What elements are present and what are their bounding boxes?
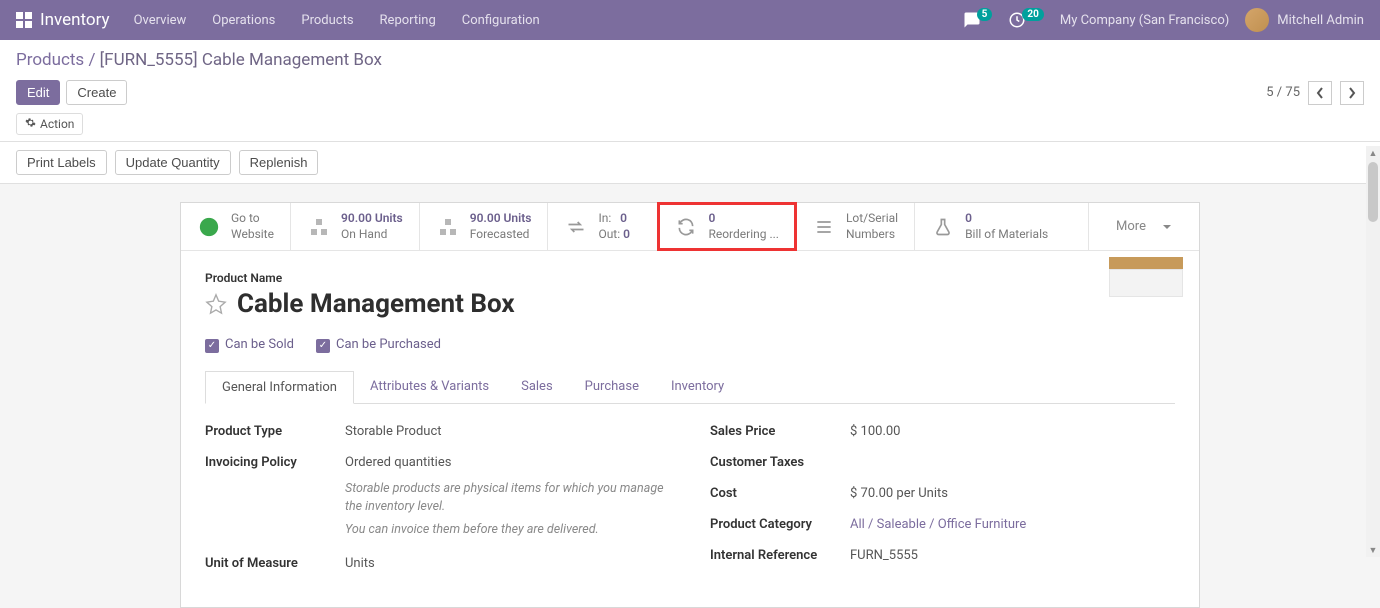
stat-reordering[interactable]: 0Reordering ... bbox=[658, 203, 796, 250]
tab-general-information[interactable]: General Information bbox=[205, 371, 354, 404]
refresh-icon bbox=[676, 217, 696, 237]
tab-purchase[interactable]: Purchase bbox=[569, 371, 655, 403]
pager-next[interactable] bbox=[1340, 81, 1364, 105]
pager-prev[interactable] bbox=[1308, 81, 1332, 105]
can-be-sold: ✓Can be Sold bbox=[205, 337, 294, 353]
sales-price-label: Sales Price bbox=[710, 424, 850, 439]
uom-label: Unit of Measure bbox=[205, 556, 345, 571]
company-name[interactable]: My Company (San Francisco) bbox=[1060, 13, 1229, 28]
product-title: Cable Management Box bbox=[237, 289, 515, 319]
cubes-icon bbox=[436, 215, 460, 239]
exchange-icon bbox=[566, 217, 586, 237]
update-quantity-button[interactable]: Update Quantity bbox=[115, 150, 231, 175]
action-dropdown[interactable]: Action bbox=[16, 113, 83, 135]
scroll-down-icon[interactable]: ▼ bbox=[1366, 543, 1380, 557]
brand[interactable]: Inventory bbox=[16, 10, 110, 30]
product-category-value[interactable]: All / Saleable / Office Furniture bbox=[850, 517, 1026, 532]
scrollbar-thumb[interactable] bbox=[1368, 162, 1378, 222]
product-type-value: Storable Product bbox=[345, 424, 670, 439]
apps-icon[interactable] bbox=[16, 12, 32, 28]
can-be-purchased: ✓Can be Purchased bbox=[316, 337, 441, 353]
chevron-right-icon bbox=[1348, 87, 1356, 99]
uom-value: Units bbox=[345, 556, 670, 571]
breadcrumb-sep: / bbox=[88, 50, 99, 70]
product-type-label: Product Type bbox=[205, 424, 345, 439]
cubes-icon bbox=[307, 215, 331, 239]
action-label: Action bbox=[40, 117, 74, 131]
breadcrumb-current: [FURN_5555] Cable Management Box bbox=[100, 50, 382, 70]
stat-lot-serial[interactable]: Lot/SerialNumbers bbox=[796, 203, 915, 250]
bars-icon bbox=[814, 217, 834, 237]
stat-bom[interactable]: 0Bill of Materials bbox=[915, 203, 1089, 250]
sales-price-value: $ 100.00 bbox=[850, 424, 1175, 439]
flask-icon bbox=[933, 217, 953, 237]
product-image bbox=[1109, 257, 1189, 305]
scrollbar[interactable]: ▲ ▼ bbox=[1366, 146, 1380, 557]
nav-overview[interactable]: Overview bbox=[134, 13, 187, 28]
print-labels-button[interactable]: Print Labels bbox=[16, 150, 107, 175]
product-name-label: Product Name bbox=[205, 271, 1175, 285]
chevron-left-icon bbox=[1316, 87, 1324, 99]
cost-value: $ 70.00 per Units bbox=[850, 486, 1175, 501]
help-text-2: You can invoice them before they are del… bbox=[345, 521, 670, 540]
tab-inventory[interactable]: Inventory bbox=[655, 371, 740, 403]
caret-down-icon bbox=[1162, 222, 1172, 232]
stat-more[interactable]: More bbox=[1089, 203, 1199, 250]
help-text-1: Storable products are physical items for… bbox=[345, 480, 670, 518]
user-name: Mitchell Admin bbox=[1277, 13, 1364, 28]
replenish-button[interactable]: Replenish bbox=[239, 150, 319, 175]
star-icon[interactable] bbox=[205, 293, 227, 315]
nav-products[interactable]: Products bbox=[301, 13, 353, 28]
internal-reference-value: FURN_5555 bbox=[850, 548, 1175, 563]
nav-reporting[interactable]: Reporting bbox=[380, 13, 436, 28]
create-button[interactable]: Create bbox=[66, 80, 127, 105]
user-menu[interactable]: Mitchell Admin bbox=[1245, 8, 1364, 32]
breadcrumb-parent[interactable]: Products bbox=[16, 50, 84, 70]
gear-icon bbox=[25, 117, 36, 128]
globe-icon bbox=[198, 216, 220, 238]
chat-button[interactable]: 5 bbox=[963, 11, 993, 29]
avatar bbox=[1245, 8, 1269, 32]
chat-badge: 5 bbox=[977, 8, 993, 21]
edit-button[interactable]: Edit bbox=[16, 80, 60, 105]
nav-configuration[interactable]: Configuration bbox=[462, 13, 540, 28]
tab-sales[interactable]: Sales bbox=[505, 371, 569, 403]
internal-reference-label: Internal Reference bbox=[710, 548, 850, 563]
check-icon: ✓ bbox=[205, 339, 219, 353]
pager-text: 5 / 75 bbox=[1266, 85, 1300, 100]
stat-goto-website[interactable]: Go toWebsite bbox=[181, 203, 291, 250]
stat-forecasted[interactable]: 90.00 UnitsForecasted bbox=[420, 203, 549, 250]
tab-attributes-variants[interactable]: Attributes & Variants bbox=[354, 371, 505, 403]
scroll-up-icon[interactable]: ▲ bbox=[1366, 146, 1380, 160]
activity-badge: 20 bbox=[1022, 8, 1043, 21]
product-category-label: Product Category bbox=[710, 517, 850, 532]
invoicing-policy-label: Invoicing Policy bbox=[205, 455, 345, 540]
stat-in-out[interactable]: In: 0 Out: 0 bbox=[548, 203, 658, 250]
customer-taxes-value bbox=[850, 455, 1175, 470]
check-icon: ✓ bbox=[316, 339, 330, 353]
cost-label: Cost bbox=[710, 486, 850, 501]
brand-label: Inventory bbox=[40, 10, 110, 30]
customer-taxes-label: Customer Taxes bbox=[710, 455, 850, 470]
activity-button[interactable]: 20 bbox=[1008, 11, 1043, 29]
stat-on-hand[interactable]: 90.00 UnitsOn Hand bbox=[291, 203, 420, 250]
invoicing-policy-value: Ordered quantities bbox=[345, 455, 451, 470]
nav-operations[interactable]: Operations bbox=[212, 13, 275, 28]
